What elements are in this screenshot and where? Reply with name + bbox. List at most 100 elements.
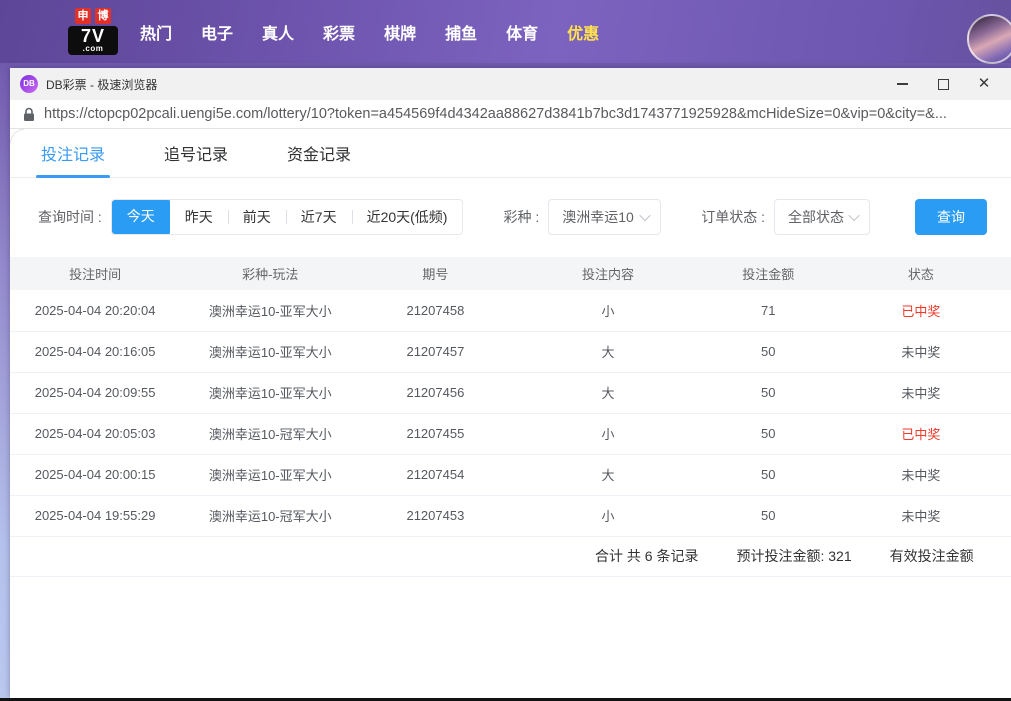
browser-title-bar: DB DB彩票 - 极速浏览器 ✕ [10, 68, 1011, 100]
page-content: 投注记录 追号记录 资金记录 查询时间 : 今天 昨天 前天 近7天 近20天(… [10, 129, 1011, 698]
bet-content: 大 [510, 331, 705, 372]
bet-content: 大 [510, 372, 705, 413]
table-body: 2025-04-04 20:20:04澳洲幸运10-亚军大小21207458小7… [10, 290, 1011, 536]
filter-bar: 查询时间 : 今天 昨天 前天 近7天 近20天(低频) 彩种 : 澳洲幸运10… [38, 199, 1011, 235]
nav-item-0[interactable]: 热门 [140, 20, 172, 44]
table-row: 2025-04-04 20:00:15澳洲幸运10-亚军大小21207454大5… [10, 454, 1011, 495]
column-header: 期号 [360, 257, 510, 290]
table-row: 2025-04-04 20:16:05澳洲幸运10-亚军大小21207457大5… [10, 331, 1011, 372]
logo-text: 7V [70, 27, 116, 45]
bet-amount: 50 [706, 331, 831, 372]
tab-chase-records[interactable]: 追号记录 [161, 129, 231, 177]
nav-item-1[interactable]: 电子 [201, 20, 233, 44]
lottery-play: 澳洲幸运10-亚军大小 [180, 454, 360, 495]
lottery-play: 澳洲幸运10-亚军大小 [180, 331, 360, 372]
bet-status: 已中奖 [831, 413, 1011, 454]
search-button[interactable]: 查询 [915, 199, 987, 235]
issue-number: 21207458 [360, 290, 510, 331]
summary-expected-amount: 预计投注金额: 321 [736, 546, 851, 566]
bet-content: 大 [510, 454, 705, 495]
bet-records-table: 投注时间彩种-玩法期号投注内容投注金额状态 2025-04-04 20:20:0… [10, 257, 1011, 537]
close-button[interactable]: ✕ [977, 77, 991, 91]
user-avatar[interactable] [967, 14, 1011, 64]
minimize-button[interactable] [895, 77, 909, 91]
column-header: 状态 [831, 257, 1011, 290]
time-option-7days[interactable]: 近7天 [286, 200, 352, 234]
query-time-label: 查询时间 : [38, 207, 102, 227]
bet-content: 小 [510, 413, 705, 454]
lottery-type-value: 澳洲幸运10 [562, 207, 634, 227]
tabs-bar: 投注记录 追号记录 资金记录 [10, 129, 1011, 178]
bet-time: 2025-04-04 20:00:15 [10, 454, 180, 495]
table-row: 2025-04-04 20:20:04澳洲幸运10-亚军大小21207458小7… [10, 290, 1011, 331]
bet-content: 小 [510, 495, 705, 536]
site-logo[interactable]: 申 博 7V .com [68, 8, 118, 55]
nav-item-5[interactable]: 捕鱼 [445, 20, 477, 44]
bet-content: 小 [510, 290, 705, 331]
main-nav: 热门 电子 真人 彩票 棋牌 捕鱼 体育 优惠 [140, 20, 599, 44]
table-row: 2025-04-04 19:55:29澳洲幸运10-冠军大小21207453小5… [10, 495, 1011, 536]
bet-amount: 50 [706, 495, 831, 536]
bet-status: 未中奖 [831, 372, 1011, 413]
browser-window: DB DB彩票 - 极速浏览器 ✕ https://ctopcp02pcali.… [10, 68, 1011, 698]
lock-icon [23, 107, 35, 122]
bet-amount: 50 [706, 454, 831, 495]
logo-badge-shen: 申 [75, 8, 91, 24]
bet-amount: 71 [706, 290, 831, 331]
order-status-select[interactable]: 全部状态 [774, 199, 870, 235]
issue-number: 21207453 [360, 495, 510, 536]
bet-time: 2025-04-04 20:16:05 [10, 331, 180, 372]
time-option-yesterday[interactable]: 昨天 [170, 200, 228, 234]
url-bar[interactable]: https://ctopcp02pcali.uengi5e.com/lotter… [10, 100, 1011, 129]
chevron-down-icon [848, 210, 859, 221]
tab-fund-records[interactable]: 资金记录 [284, 129, 354, 177]
bet-status: 未中奖 [831, 331, 1011, 372]
issue-number: 21207457 [360, 331, 510, 372]
column-header: 彩种-玩法 [180, 257, 360, 290]
minimize-icon [897, 83, 908, 85]
issue-number: 21207456 [360, 372, 510, 413]
lottery-type-select[interactable]: 澳洲幸运10 [548, 199, 661, 235]
order-status-label: 订单状态 : [701, 207, 765, 227]
bet-time: 2025-04-04 19:55:29 [10, 495, 180, 536]
column-header: 投注时间 [10, 257, 180, 290]
bet-time: 2025-04-04 20:09:55 [10, 372, 180, 413]
address-url[interactable]: https://ctopcp02pcali.uengi5e.com/lotter… [44, 106, 947, 122]
time-option-day-before[interactable]: 前天 [228, 200, 286, 234]
tab-bet-records[interactable]: 投注记录 [38, 129, 108, 177]
close-icon: ✕ [978, 77, 991, 91]
time-option-20days[interactable]: 近20天(低频) [352, 200, 463, 234]
nav-item-4[interactable]: 棋牌 [384, 20, 416, 44]
lottery-play: 澳洲幸运10-亚军大小 [180, 290, 360, 331]
chevron-down-icon [640, 210, 651, 221]
summary-row: 合计 共 6 条记录 预计投注金额: 321 有效投注金额 [10, 537, 1011, 577]
bet-amount: 50 [706, 413, 831, 454]
issue-number: 21207454 [360, 454, 510, 495]
issue-number: 21207455 [360, 413, 510, 454]
logo-suffix: .com [70, 45, 116, 53]
table-header-row: 投注时间彩种-玩法期号投注内容投注金额状态 [10, 257, 1011, 290]
summary-total-count: 合计 共 6 条记录 [595, 546, 698, 566]
nav-item-6[interactable]: 体育 [506, 20, 538, 44]
bet-amount: 50 [706, 372, 831, 413]
bet-time: 2025-04-04 20:20:04 [10, 290, 180, 331]
maximize-button[interactable] [936, 77, 950, 91]
logo-badge-bo: 博 [95, 8, 111, 24]
lottery-type-label: 彩种 : [503, 207, 539, 227]
summary-valid-amount: 有效投注金额 [890, 546, 974, 566]
bet-status: 未中奖 [831, 454, 1011, 495]
column-header: 投注内容 [510, 257, 705, 290]
window-title: DB彩票 - 极速浏览器 [46, 76, 157, 93]
time-option-today[interactable]: 今天 [112, 199, 170, 235]
time-range-segmented-control: 今天 昨天 前天 近7天 近20天(低频) [111, 199, 464, 235]
site-header: 申 博 7V .com 热门 电子 真人 彩票 棋牌 捕鱼 体育 优惠 [0, 0, 1011, 63]
nav-item-7[interactable]: 优惠 [567, 20, 599, 44]
maximize-icon [938, 79, 949, 90]
nav-item-2[interactable]: 真人 [262, 20, 294, 44]
bet-time: 2025-04-04 20:05:03 [10, 413, 180, 454]
table-row: 2025-04-04 20:09:55澳洲幸运10-亚军大小21207456大5… [10, 372, 1011, 413]
bet-status: 未中奖 [831, 495, 1011, 536]
lottery-play: 澳洲幸运10-冠军大小 [180, 495, 360, 536]
bet-status: 已中奖 [831, 290, 1011, 331]
nav-item-3[interactable]: 彩票 [323, 20, 355, 44]
